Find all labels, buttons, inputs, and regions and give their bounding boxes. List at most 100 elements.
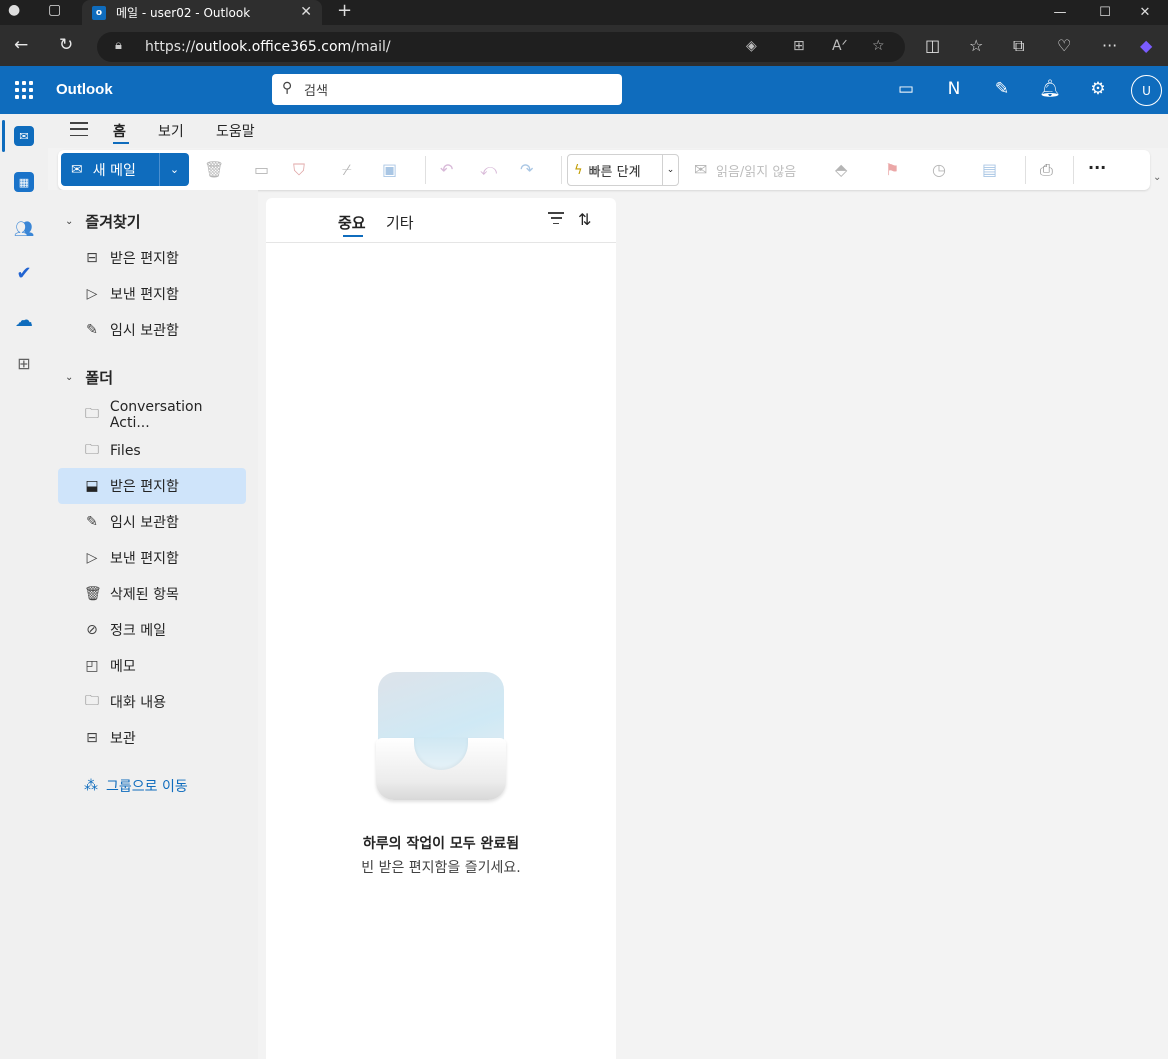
- print-icon[interactable]: ⎙: [1040, 160, 1053, 180]
- favorite-star-icon[interactable]: ☆: [872, 38, 885, 54]
- read-aloud-icon[interactable]: Aᐟ: [832, 38, 848, 54]
- browser-tab[interactable]: o 메일 - user02 - Outlook ✕: [82, 0, 322, 25]
- reply-icon[interactable]: ↶: [440, 160, 453, 179]
- folder-item-files[interactable]: 🗀︎ Files: [58, 433, 246, 469]
- url-host: outlook.office365.com: [195, 39, 352, 55]
- app-available-icon[interactable]: ⊞: [793, 38, 805, 54]
- tab-view[interactable]: 보기: [158, 121, 184, 141]
- report-icon[interactable]: ⛉: [293, 160, 305, 180]
- new-tab-icon[interactable]: +: [337, 0, 352, 21]
- groups-icon: ⁂: [84, 778, 98, 794]
- folder-item-sent[interactable]: ▷ 보낸 편지함: [58, 540, 246, 576]
- onedrive-icon[interactable]: ☁: [14, 310, 34, 331]
- ribbon-expand-icon[interactable]: ⌄: [1153, 172, 1161, 183]
- tab-home[interactable]: 홈: [113, 121, 126, 141]
- more-apps-icon[interactable]: ⊞: [14, 353, 34, 373]
- folder-item-notes[interactable]: ◰ 메모: [58, 648, 246, 684]
- favorite-item-inbox[interactable]: ⊟ 받은 편지함: [58, 240, 246, 276]
- tracking-icon[interactable]: ◈: [746, 38, 757, 54]
- favorites-header[interactable]: ⌄ 즐겨찾기: [65, 211, 141, 232]
- onenote-icon[interactable]: N: [943, 79, 965, 99]
- delete-icon[interactable]: 🗑︎: [204, 160, 224, 179]
- tab-other[interactable]: 기타: [386, 212, 414, 233]
- my-day-icon[interactable]: ✎: [991, 79, 1013, 99]
- quick-steps-button[interactable]: ϟ 빠른 단계 ⌄: [567, 154, 679, 186]
- filter-icon[interactable]: [548, 212, 564, 224]
- folder-item-drafts[interactable]: ✎ 임시 보관함: [58, 504, 246, 540]
- refresh-icon[interactable]: ↻: [59, 35, 73, 55]
- folder-item-label: 임시 보관함: [110, 515, 179, 531]
- collections-icon[interactable]: ⧉: [1013, 36, 1024, 56]
- mail-compose-icon: ✉: [71, 161, 83, 178]
- teams-chat-icon[interactable]: ▭: [895, 79, 917, 99]
- reply-all-icon[interactable]: ⤺: [480, 160, 497, 180]
- snooze-clock-icon[interactable]: ◷: [932, 160, 946, 179]
- tag-icon[interactable]: ⬘: [835, 160, 847, 179]
- send-icon: ▷: [86, 286, 98, 302]
- close-tab-icon[interactable]: ✕: [300, 4, 312, 20]
- move-to-icon[interactable]: ▣: [382, 160, 397, 179]
- settings-gear-icon[interactable]: ⚙: [1087, 79, 1109, 99]
- folder-item-deleted[interactable]: 🗑︎ 삭제된 항목: [58, 576, 246, 612]
- people-icon[interactable]: 👥︎: [14, 218, 34, 238]
- message-list-pane: [266, 198, 616, 1059]
- new-mail-button[interactable]: ✉ 새 메일 ⌄: [61, 153, 189, 186]
- search-icon: ⚲: [282, 80, 293, 96]
- draft-icon: ✎: [86, 322, 98, 338]
- favorite-item-drafts[interactable]: ✎ 임시 보관함: [58, 312, 246, 348]
- favorites-icon[interactable]: ☆: [969, 36, 983, 55]
- tab-focused[interactable]: 중요: [338, 212, 366, 233]
- quick-steps-label: 빠른 단계: [588, 164, 641, 180]
- outlook-favicon-icon: o: [92, 5, 106, 20]
- chevron-down-icon[interactable]: ⌄: [662, 155, 678, 185]
- sort-icon[interactable]: ⇅: [578, 210, 591, 229]
- go-to-groups-label: 그룹으로 이동: [106, 779, 188, 795]
- app-launcher-icon[interactable]: [15, 81, 33, 99]
- forward-icon[interactable]: ↷: [520, 160, 533, 179]
- read-unread-button[interactable]: 읽음/읽지 않음: [716, 161, 796, 180]
- more-options-icon[interactable]: ···: [1088, 158, 1106, 177]
- note-icon: ◰: [85, 658, 99, 674]
- favorite-item-sent[interactable]: ▷ 보낸 편지함: [58, 276, 246, 312]
- folder-item-conversation-action[interactable]: 🗀︎ Conversation Acti...: [58, 397, 246, 433]
- tab-help[interactable]: 도움말: [216, 121, 255, 141]
- folder-item-label: 대화 내용: [110, 695, 166, 711]
- tab-actions-icon[interactable]: ▢: [48, 2, 61, 18]
- account-avatar[interactable]: U: [1131, 75, 1162, 106]
- minimize-icon[interactable]: —: [1037, 0, 1083, 25]
- folder-item-label: Files: [110, 443, 141, 459]
- search-input[interactable]: ⚲ 검색: [272, 74, 622, 105]
- lock-icon[interactable]: 🔒︎: [115, 38, 122, 53]
- sweep-icon[interactable]: ⌿: [342, 160, 352, 180]
- inbox-icon: ⬓: [85, 478, 99, 494]
- envelope-read-icon[interactable]: ✉: [694, 160, 707, 179]
- go-to-groups-link[interactable]: ⁂ 그룹으로 이동: [84, 776, 188, 796]
- copilot-icon[interactable]: ◆: [1140, 36, 1152, 55]
- back-icon[interactable]: ←: [14, 35, 28, 55]
- junk-icon: ⊘: [86, 622, 98, 638]
- rules-icon[interactable]: ▤: [982, 160, 997, 179]
- folder-item-junk[interactable]: ⊘ 정크 메일: [58, 612, 246, 648]
- profile-icon[interactable]: ●: [8, 2, 20, 18]
- new-mail-main[interactable]: ✉ 새 메일: [61, 153, 160, 186]
- folder-item-archive[interactable]: ⊟ 보관: [58, 720, 246, 756]
- window-close-icon[interactable]: ✕: [1122, 0, 1168, 25]
- app-rail: [0, 114, 48, 1059]
- new-mail-dropdown-icon[interactable]: ⌄: [160, 163, 189, 176]
- browser-menu-icon[interactable]: ···: [1102, 36, 1117, 55]
- url-bar[interactable]: 🔒︎ https://outlook.office365.com/mail/: [97, 32, 905, 62]
- archive-icon[interactable]: ▭: [254, 160, 269, 179]
- mail-icon[interactable]: ✉: [14, 126, 34, 146]
- flag-icon[interactable]: ⚑: [885, 160, 899, 179]
- split-screen-icon[interactable]: ◫: [925, 36, 940, 55]
- chevron-down-icon: ⌄: [65, 216, 74, 227]
- folder-item-inbox[interactable]: ⬓ 받은 편지함: [58, 468, 246, 504]
- folders-header[interactable]: ⌄ 폴더: [65, 367, 113, 388]
- browser-essentials-icon[interactable]: ♡: [1057, 36, 1071, 55]
- calendar-icon[interactable]: ▦: [14, 172, 34, 192]
- app-brand[interactable]: Outlook: [56, 81, 113, 98]
- todo-icon[interactable]: ✔: [14, 263, 34, 284]
- hamburger-menu-icon[interactable]: [70, 122, 88, 136]
- folder-item-conversation-history[interactable]: 🗀︎ 대화 내용: [58, 684, 246, 720]
- notifications-bell-icon[interactable]: 🔔︎: [1039, 79, 1061, 99]
